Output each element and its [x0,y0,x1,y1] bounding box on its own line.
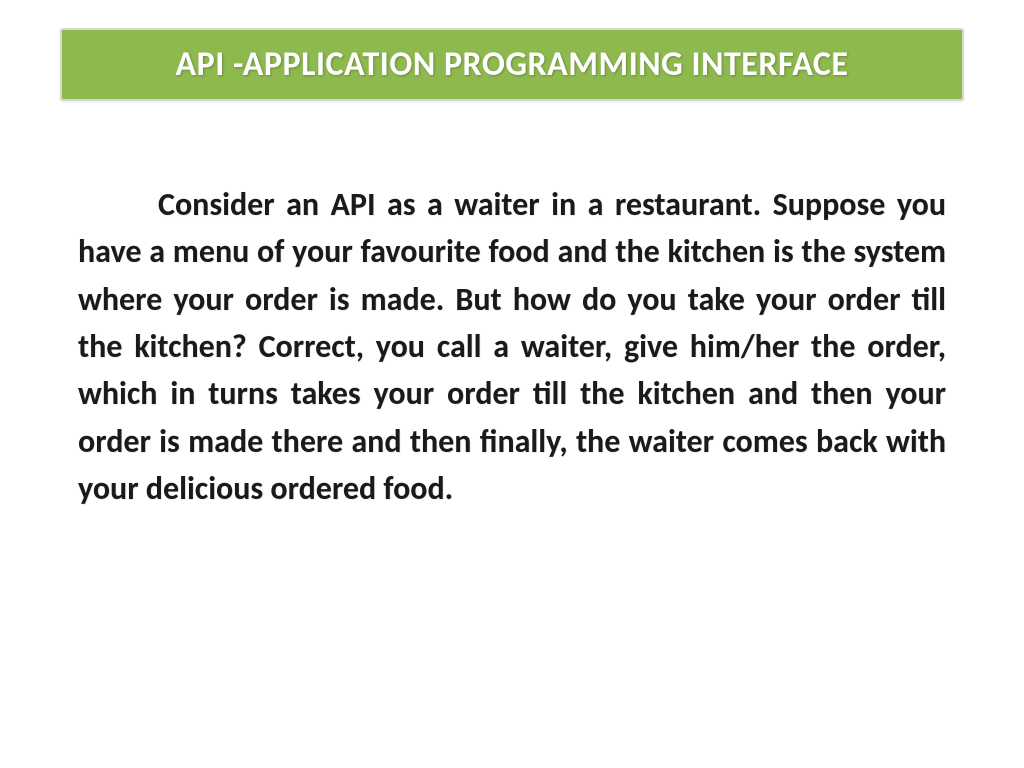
body-content: Consider an API as a waiter in a restaur… [60,181,964,513]
slide-title: API -APPLICATION PROGRAMMING INTERFACE [82,44,942,85]
slide-body-text: Consider an API as a waiter in a restaur… [78,181,946,513]
title-banner: API -APPLICATION PROGRAMMING INTERFACE [60,28,964,101]
slide-container: API -APPLICATION PROGRAMMING INTERFACE C… [0,0,1024,768]
